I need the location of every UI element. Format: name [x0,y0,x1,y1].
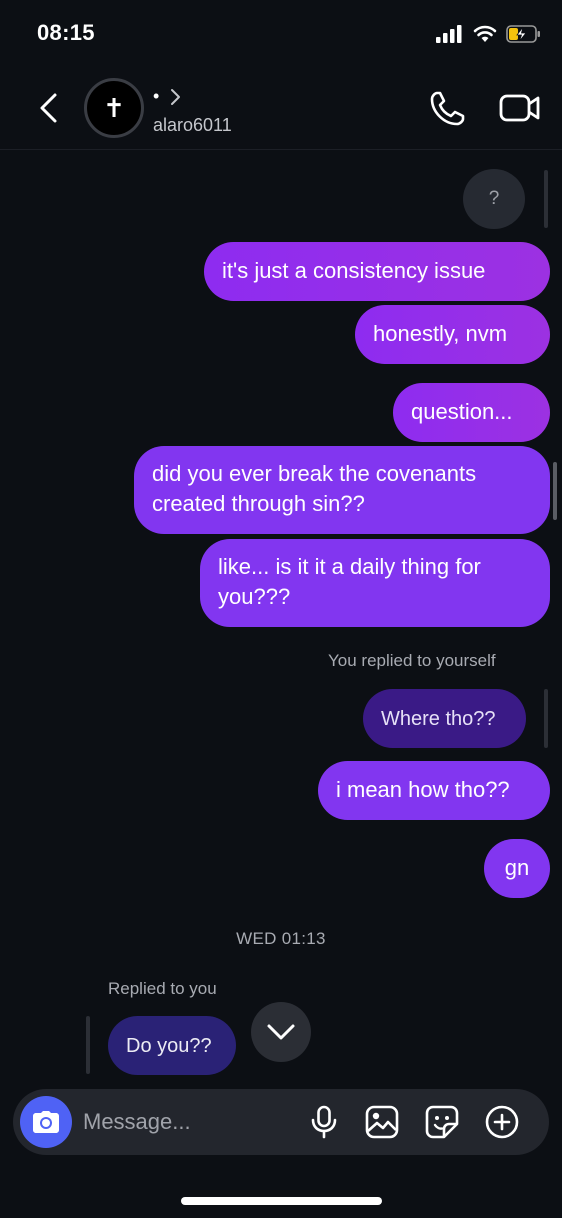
microphone-icon [311,1105,337,1139]
camera-icon [33,1111,59,1133]
reply-indicator-line [544,689,548,748]
message-bubble[interactable]: gn [484,839,550,898]
audio-call-button[interactable] [428,88,468,128]
wifi-icon [473,25,497,42]
video-call-button[interactable] [498,88,542,128]
sticker-button[interactable] [424,1104,460,1140]
reply-context-label: You replied to yourself [328,651,496,670]
message-bubble[interactable]: question... [393,383,550,442]
scroll-indicator [553,462,557,520]
battery-charging-icon [506,25,540,43]
message-composer [13,1089,549,1155]
back-button[interactable] [30,88,66,128]
message-bubble[interactable]: it's just a consistency issue [204,242,550,301]
message-line: you??? [218,584,291,609]
contact-username[interactable]: alaro6011 [153,115,232,136]
message-line: like... is it it a daily thing for [218,554,481,579]
sticker-icon [425,1105,459,1139]
contact-display-name: • [153,86,160,106]
chat-header: ✝ • alaro6011 [0,70,562,150]
camera-button[interactable] [20,1096,72,1148]
back-chevron-icon [40,93,57,123]
message-line: did you ever break the covenants [152,461,477,486]
question-mark-bubble[interactable]: ? [463,169,525,229]
gallery-button[interactable] [364,1104,400,1140]
message-bubble[interactable]: did you ever break the covenants created… [134,446,550,534]
message-bubble[interactable]: like... is it it a daily thing for you??… [200,539,550,627]
video-camera-icon [499,94,540,122]
status-time: 08:15 [37,20,95,45]
dm-screen: 08:15 ✝ • alaro6011 ? it's just a consis… [0,0,562,1218]
reply-indicator-line [86,1016,90,1074]
date-divider: WED 01:13 [236,929,326,948]
phone-icon [430,91,465,126]
more-options-button[interactable] [484,1104,520,1140]
reply-context-label: Replied to you [108,979,217,998]
gallery-icon [365,1105,399,1139]
voice-message-button[interactable] [306,1104,342,1140]
message-bubble[interactable]: i mean how tho?? [318,761,550,820]
reply-indicator-line [544,170,548,228]
message-bubble[interactable]: honestly, nvm [355,305,550,364]
signal-icon [436,25,462,43]
scroll-to-bottom-button[interactable] [251,1002,311,1062]
chevron-down-icon [267,1024,295,1040]
status-icons [436,22,542,46]
contact-avatar[interactable]: ✝ [84,78,144,138]
plus-icon [485,1105,519,1139]
message-line: created through sin?? [152,491,365,516]
chevron-right-icon [171,88,181,105]
replied-message-bubble[interactable]: Where tho?? [363,689,526,748]
avatar-cross: ✝ [92,86,136,130]
contact-name-row[interactable]: • [153,86,181,107]
incoming-message-bubble[interactable]: Do you?? [108,1016,236,1075]
message-input[interactable] [83,1105,293,1139]
home-indicator[interactable] [181,1197,382,1205]
